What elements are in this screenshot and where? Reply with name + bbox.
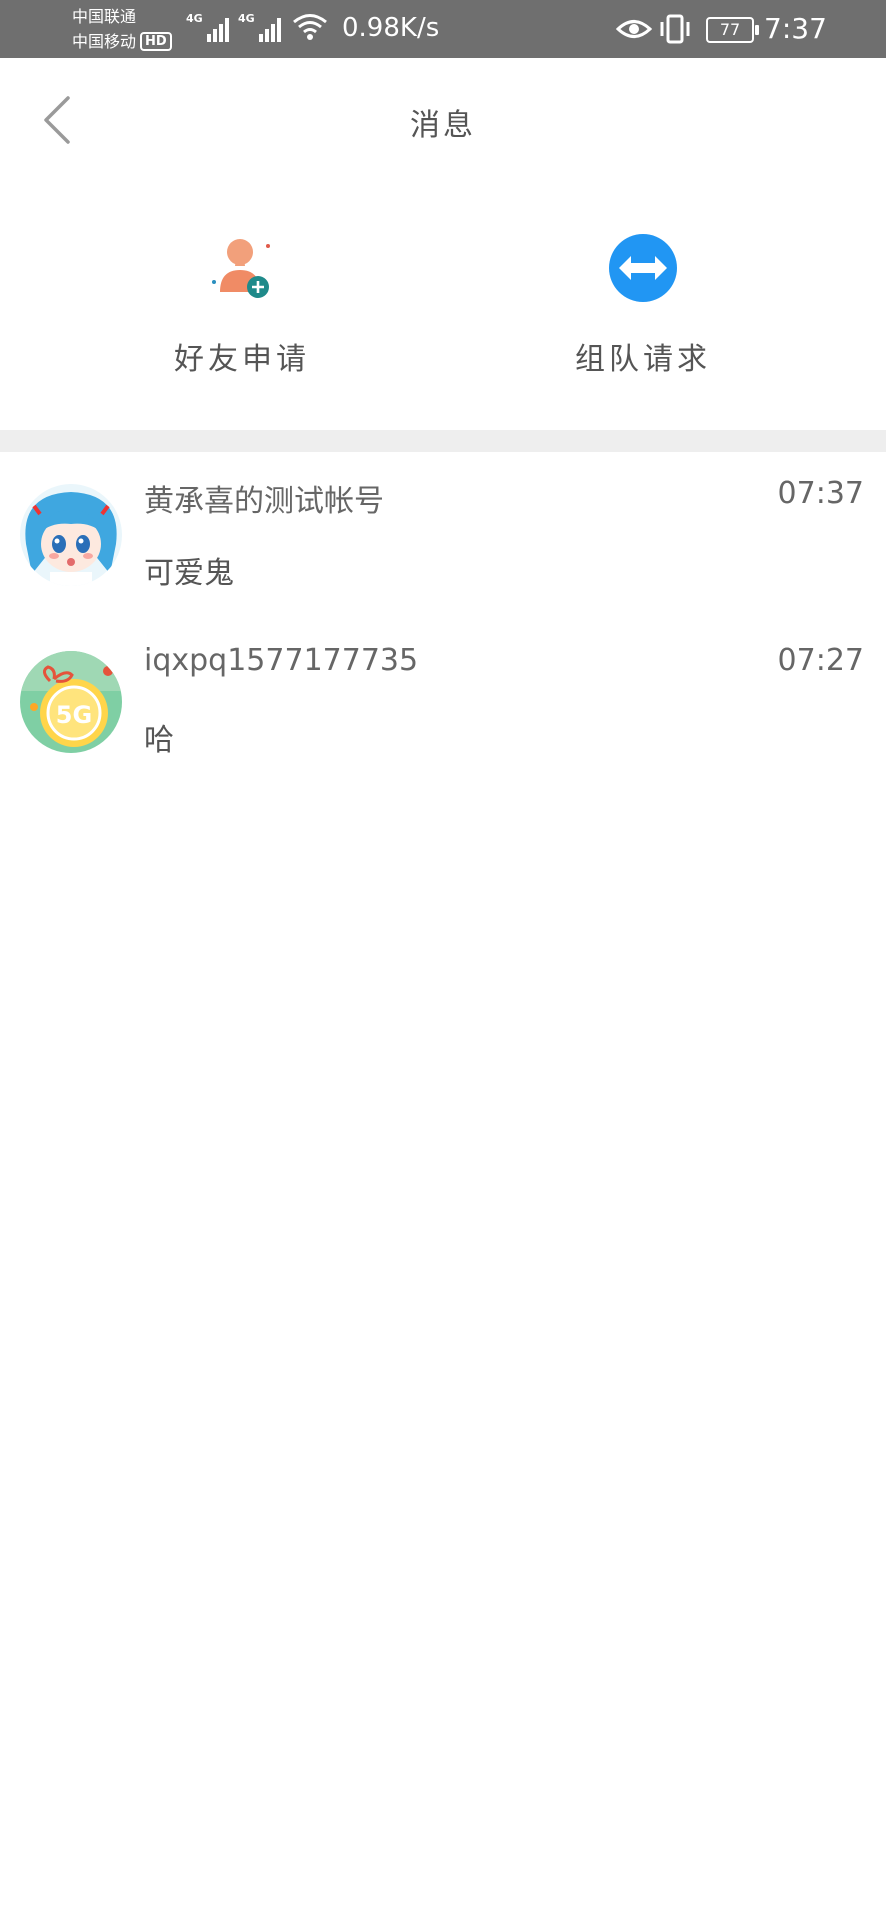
hd-badge: HD <box>140 32 172 51</box>
carrier-2: 中国移动 <box>72 32 137 51</box>
app-header: 消息 <box>0 58 886 182</box>
eye-comfort-icon <box>616 20 652 38</box>
conversation-row[interactable]: 5G iqxpq1577177735 07:27 哈 <box>0 619 886 786</box>
message-preview: 可爱鬼 <box>144 556 234 591</box>
battery-icon: 77 <box>706 17 759 43</box>
network-speed: 0.98K/s <box>342 13 440 43</box>
status-time: 7:37 <box>764 12 827 45</box>
svg-text:5G: 5G <box>56 701 92 729</box>
status-bar: 中国联通 中国移动 HD 4G 4G 0.98K/s 77 7:37 <box>0 0 886 58</box>
anime-girl-avatar <box>20 484 122 586</box>
quick-actions: 好友申请 组队请求 <box>0 182 886 430</box>
vibrate-icon <box>660 14 690 44</box>
friend-requests-button[interactable]: 好友申请 <box>112 230 372 390</box>
message-preview: 哈 <box>144 723 174 758</box>
wifi-icon <box>293 14 327 40</box>
page-title: 消息 <box>410 108 476 143</box>
team-requests-button[interactable]: 组队请求 <box>513 230 773 390</box>
network-type-1: 4G <box>186 12 203 25</box>
team-requests-label: 组队请求 <box>575 342 711 377</box>
message-time: 07:27 <box>777 643 864 678</box>
battery-level: 77 <box>719 20 741 39</box>
network-type-2: 4G <box>238 12 255 25</box>
conversation-list: 黄承喜的测试帐号 07:37 可爱鬼 5G iqxpq1577177735 07… <box>0 452 886 786</box>
contact-name: iqxpq1577177735 <box>144 643 419 678</box>
conversation-row[interactable]: 黄承喜的测试帐号 07:37 可爱鬼 <box>0 452 886 619</box>
contact-name: 黄承喜的测试帐号 <box>144 484 384 519</box>
message-time: 07:37 <box>777 476 864 511</box>
add-friend-icon <box>212 239 270 298</box>
5g-gift-avatar: 5G <box>20 651 122 753</box>
carrier-1: 中国联通 <box>72 7 137 26</box>
signal-icon: 4G <box>238 12 281 42</box>
swap-arrows-icon <box>609 234 677 302</box>
friend-requests-label: 好友申请 <box>174 342 310 377</box>
signal-icon: 4G <box>186 12 229 42</box>
section-divider <box>0 430 886 452</box>
carrier-info: 中国联通 中国移动 HD <box>72 4 172 54</box>
